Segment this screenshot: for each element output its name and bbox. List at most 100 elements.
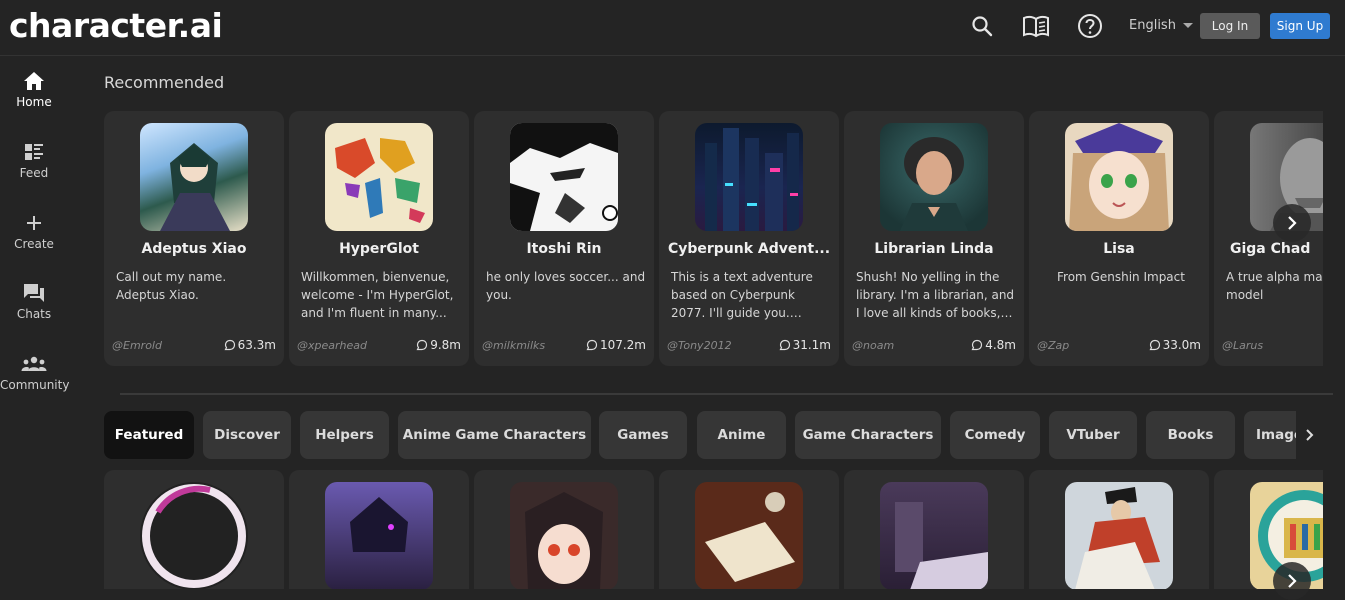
sidebar-item-label: Chats bbox=[16, 307, 52, 321]
chat-count-value: 63.3m bbox=[237, 338, 276, 352]
character-description: From Genshin Impact bbox=[1057, 270, 1185, 284]
section-title: Recommended bbox=[104, 73, 225, 92]
divider bbox=[120, 393, 1333, 395]
character-avatar bbox=[140, 123, 248, 231]
character-author: @noam bbox=[852, 339, 895, 352]
tab-anime[interactable]: Anime bbox=[697, 411, 786, 459]
character-avatar bbox=[880, 482, 988, 589]
book-icon[interactable] bbox=[1021, 12, 1051, 40]
character-author: @Emrold bbox=[112, 339, 162, 352]
chat-icon bbox=[0, 281, 68, 305]
character-card[interactable]: Librarian Linda Shush! No yelling in the… bbox=[844, 111, 1024, 366]
chat-count: 9.8m bbox=[416, 338, 461, 352]
chat-bubble-icon bbox=[416, 339, 428, 351]
character-description: Shush! No yelling in the library. I'm a … bbox=[856, 270, 1015, 320]
chat-bubble-icon bbox=[224, 339, 235, 351]
home-icon bbox=[0, 69, 68, 93]
character-name: Lisa bbox=[1103, 241, 1135, 257]
character-description: This is a text adventure based on Cyberp… bbox=[671, 270, 813, 320]
chevron-down-icon[interactable] bbox=[1183, 23, 1193, 28]
character-name: Adeptus Xiao bbox=[141, 241, 247, 257]
top-bar: character.ai English Log In Sign Up bbox=[0, 0, 1345, 56]
character-card[interactable]: Adeptus Xiao Call out my name. Adeptus X… bbox=[104, 111, 284, 366]
tab-anime-game-characters[interactable]: Anime Game Characters bbox=[398, 411, 591, 459]
login-button[interactable]: Log In bbox=[1200, 13, 1260, 39]
character-avatar bbox=[325, 482, 433, 589]
character-card[interactable] bbox=[659, 470, 839, 589]
character-card[interactable] bbox=[104, 470, 284, 589]
category-tabs: Featured Discover Helpers Anime Game Cha… bbox=[104, 411, 1296, 459]
tab-vtuber[interactable]: VTuber bbox=[1049, 411, 1137, 459]
tab-featured[interactable]: Featured bbox=[104, 411, 194, 459]
tab-comedy[interactable]: Comedy bbox=[950, 411, 1040, 459]
chat-count-value: 4.8m bbox=[985, 338, 1016, 352]
logo[interactable]: character.ai bbox=[9, 6, 223, 45]
character-avatar bbox=[510, 123, 618, 231]
sidebar: Home Feed Create Chats Community bbox=[0, 57, 70, 589]
sidebar-item-label: Community bbox=[0, 378, 70, 392]
character-avatar bbox=[510, 482, 618, 589]
character-card[interactable] bbox=[474, 470, 654, 589]
character-description: Call out my name. Adeptus Xiao. bbox=[116, 270, 227, 302]
chevron-right-icon bbox=[1288, 574, 1297, 588]
chat-count-value: 107.2m bbox=[599, 338, 646, 352]
chat-count: 4.8m bbox=[971, 338, 1016, 352]
sidebar-item-label: Home bbox=[16, 95, 52, 109]
character-description: he only loves soccer... and you. bbox=[486, 270, 646, 302]
chat-count: 63.3m bbox=[224, 338, 276, 352]
character-author: @Zap bbox=[1037, 339, 1070, 352]
sidebar-item-community[interactable]: Community bbox=[0, 352, 70, 392]
character-avatar bbox=[140, 482, 248, 589]
sidebar-item-feed[interactable]: Feed bbox=[0, 140, 68, 180]
character-card[interactable]: Itoshi Rin he only loves soccer... and y… bbox=[474, 111, 654, 366]
carousel-next-button[interactable] bbox=[1273, 204, 1311, 242]
feed-icon bbox=[0, 140, 68, 164]
chat-bubble-icon bbox=[1149, 339, 1160, 351]
character-card[interactable]: Giga Chad A true alpha male role model @… bbox=[1214, 111, 1323, 366]
character-avatar bbox=[1065, 482, 1173, 589]
character-card[interactable]: Lisa From Genshin Impact @Zap 33.0m bbox=[1029, 111, 1209, 366]
tabs-scroll-right-button[interactable] bbox=[1300, 424, 1318, 446]
character-description: Willkommen, bienvenue, welcome - I'm Hyp… bbox=[301, 270, 454, 320]
character-avatar bbox=[695, 123, 803, 231]
character-card[interactable] bbox=[1029, 470, 1209, 589]
character-name: HyperGlot bbox=[339, 241, 419, 257]
character-avatar bbox=[880, 123, 988, 231]
tab-books[interactable]: Books bbox=[1146, 411, 1235, 459]
chat-count: 33.0m bbox=[1149, 338, 1201, 352]
sidebar-item-home[interactable]: Home bbox=[0, 69, 68, 109]
character-description: A true alpha male role model bbox=[1226, 270, 1323, 302]
character-card[interactable] bbox=[844, 470, 1024, 589]
character-card[interactable]: HyperGlot Willkommen, bienvenue, welcome… bbox=[289, 111, 469, 366]
tab-discover[interactable]: Discover bbox=[203, 411, 291, 459]
character-name: Giga Chad bbox=[1230, 241, 1311, 257]
tab-game-characters[interactable]: Game Characters bbox=[795, 411, 941, 459]
chat-count-value: 31.1m bbox=[792, 338, 831, 352]
character-name: Cyberpunk Advent... bbox=[667, 241, 831, 257]
tab-games[interactable]: Games bbox=[599, 411, 687, 459]
plus-icon bbox=[0, 211, 68, 235]
sidebar-item-chats[interactable]: Chats bbox=[0, 281, 68, 321]
character-name: Librarian Linda bbox=[874, 241, 994, 257]
chat-count-value: 9.8m bbox=[430, 338, 461, 352]
sidebar-item-create[interactable]: Create bbox=[0, 211, 68, 251]
language-select[interactable]: English bbox=[1129, 18, 1176, 33]
tab-image[interactable]: Image bbox=[1244, 411, 1296, 459]
character-author: @Larus bbox=[1222, 339, 1264, 352]
character-author: @xpearhead bbox=[297, 339, 367, 352]
help-icon[interactable] bbox=[1077, 12, 1103, 40]
search-icon[interactable] bbox=[969, 12, 995, 40]
featured-carousel bbox=[104, 470, 1323, 589]
character-avatar bbox=[695, 482, 803, 589]
character-card[interactable]: Cyberpunk Advent... This is a text adven… bbox=[659, 111, 839, 366]
character-card[interactable] bbox=[289, 470, 469, 589]
chat-count: 107.2m bbox=[586, 338, 646, 352]
carousel-next-button[interactable] bbox=[1273, 562, 1311, 600]
chat-bubble-icon bbox=[779, 339, 790, 351]
chevron-right-icon bbox=[1306, 429, 1314, 441]
signup-button[interactable]: Sign Up bbox=[1270, 13, 1330, 39]
chat-count-value: 33.0m bbox=[1162, 338, 1201, 352]
character-name: Itoshi Rin bbox=[526, 241, 602, 257]
character-avatar bbox=[325, 123, 433, 231]
tab-helpers[interactable]: Helpers bbox=[300, 411, 389, 459]
